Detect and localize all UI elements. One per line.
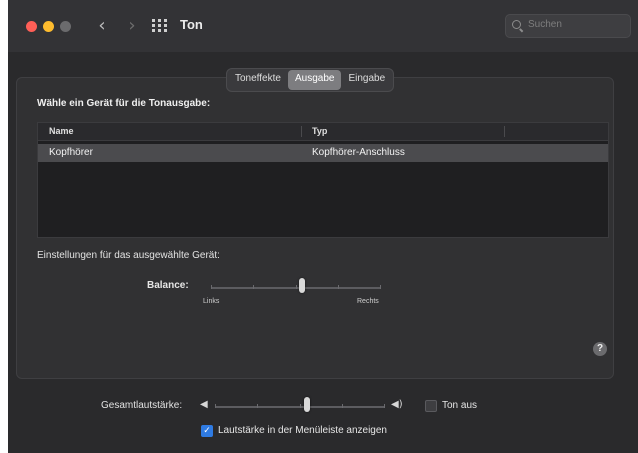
mute-checkbox[interactable] — [425, 400, 437, 412]
column-header-name[interactable]: Name — [49, 126, 74, 136]
output-heading: Wähle ein Gerät für die Tonausgabe: — [37, 98, 211, 109]
balance-left-label: Links — [203, 298, 220, 305]
tab-toneffekte[interactable]: Toneffekte — [228, 70, 288, 90]
balance-right-label: Rechts — [357, 298, 379, 305]
volume-knob[interactable] — [304, 397, 310, 412]
column-header-type[interactable]: Typ — [312, 126, 327, 136]
maximize-icon[interactable] — [60, 21, 71, 32]
device-type: Kopfhörer-Anschluss — [312, 147, 405, 158]
balance-label: Balance: — [147, 280, 189, 291]
menubar-volume-label[interactable]: Lautstärke in der Menüleiste anzeigen — [218, 425, 387, 436]
table-row[interactable]: Kopfhörer Kopfhörer-Anschluss — [38, 144, 608, 162]
back-icon[interactable]: ‹ — [90, 14, 114, 38]
minimize-icon[interactable] — [43, 21, 54, 32]
tab-ausgabe[interactable]: Ausgabe — [287, 70, 342, 90]
settings-heading: Einstellungen für das ausgewählte Gerät: — [37, 250, 220, 261]
column-divider — [301, 126, 302, 137]
speaker-high-icon: ◀) — [391, 399, 403, 410]
column-divider — [504, 126, 505, 137]
grid-icon[interactable] — [152, 19, 168, 33]
search-placeholder: Suchen — [528, 19, 562, 30]
window-title: Ton — [180, 17, 203, 32]
tab-bar: Toneffekte Ausgabe Eingabe — [226, 68, 395, 92]
search-icon — [512, 20, 521, 29]
search-input[interactable]: Suchen — [505, 14, 631, 38]
table-header: Name Typ — [38, 123, 608, 141]
title-bar: ‹ › Ton Suchen — [8, 0, 638, 52]
checkmark-icon: ✓ — [203, 426, 211, 436]
close-icon[interactable] — [26, 21, 37, 32]
volume-label: Gesamtlautstärke: — [101, 400, 183, 411]
device-name: Kopfhörer — [49, 147, 93, 158]
speaker-low-icon: ◀ — [200, 399, 208, 410]
help-icon[interactable]: ? — [593, 342, 607, 356]
tab-eingabe[interactable]: Eingabe — [341, 70, 392, 90]
menubar-volume-checkbox[interactable]: ✓ — [201, 425, 213, 437]
mute-label[interactable]: Ton aus — [442, 400, 477, 411]
balance-knob[interactable] — [299, 278, 305, 293]
forward-icon[interactable]: › — [120, 14, 144, 38]
output-device-table: Name Typ Kopfhörer Kopfhörer-Anschluss — [37, 122, 609, 238]
